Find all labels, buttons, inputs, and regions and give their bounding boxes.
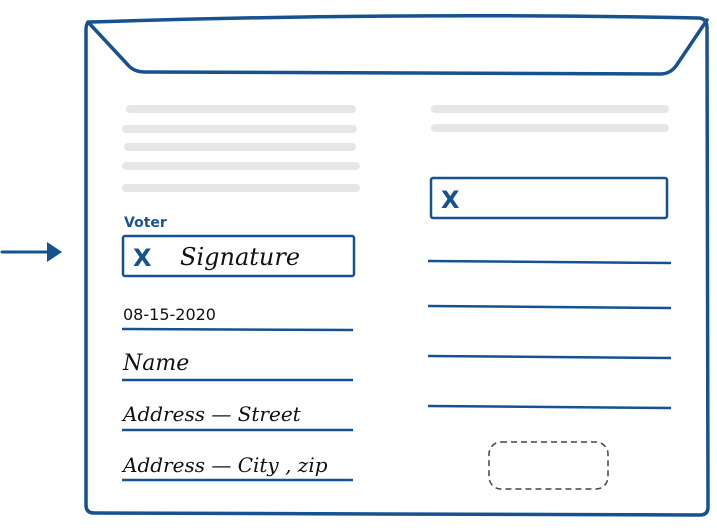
field-address-city-zip[interactable]: Address — City , zip — [121, 453, 353, 482]
field-underline — [121, 327, 354, 332]
name-value: Name — [122, 351, 189, 376]
witness-signature-box[interactable]: X — [429, 176, 669, 220]
voter-signature-box[interactable]: X Signature — [121, 234, 356, 278]
envelope-flap — [86, 18, 709, 76]
field-name[interactable]: Name — [122, 351, 353, 382]
blank-field-line[interactable] — [427, 354, 672, 360]
stamp-placeholder — [488, 441, 609, 490]
field-date[interactable]: 08-15-2020 — [121, 305, 354, 332]
right-arrow-icon — [0, 242, 62, 262]
blank-field-line[interactable] — [427, 259, 672, 265]
blank-field-line[interactable] — [427, 404, 672, 410]
voter-label: Voter — [124, 215, 167, 231]
ballot-envelope-diagram: Voter X Signature 08-15-2020 Name Addres… — [0, 14, 710, 517]
blank-field-line[interactable] — [427, 304, 672, 310]
address-street-value: Address — Street — [121, 402, 302, 426]
x-mark-icon: X — [133, 244, 152, 272]
right-blank-fields — [427, 259, 672, 410]
right-placeholder-text — [431, 105, 669, 132]
address-city-zip-value: Address — City , zip — [121, 453, 328, 477]
signature-text: Signature — [180, 243, 300, 271]
date-value: 08-15-2020 — [123, 305, 216, 324]
left-placeholder-text — [122, 105, 360, 192]
x-mark-icon: X — [441, 186, 460, 214]
field-address-street[interactable]: Address — Street — [121, 402, 353, 432]
